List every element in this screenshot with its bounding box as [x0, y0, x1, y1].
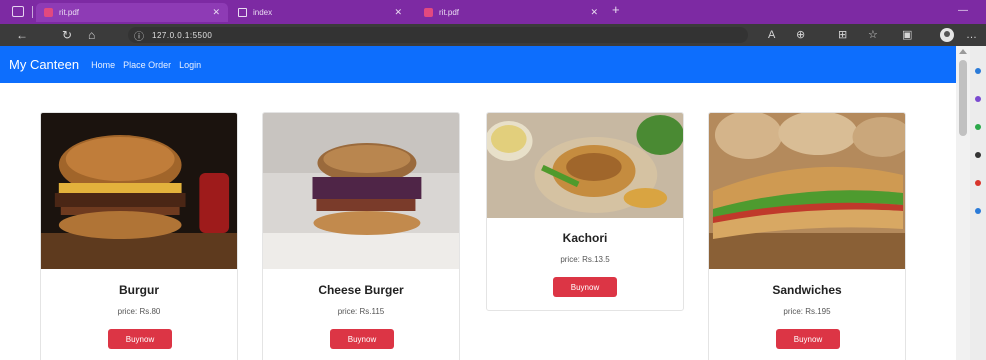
address-bar[interactable]: ⓘ 127.0.0.1:5500	[128, 27, 748, 43]
url-text: 127.0.0.1:5500	[152, 30, 213, 40]
tab-index[interactable]: index ✕	[230, 3, 410, 22]
page-icon	[238, 8, 247, 17]
tools-icon[interactable]	[975, 124, 981, 130]
navbar-brand[interactable]: My Canteen	[9, 57, 79, 72]
product-name: Kachori	[562, 231, 608, 245]
favorites-icon[interactable]: ☆	[868, 28, 878, 42]
collections-icon[interactable]: ▣	[902, 28, 912, 42]
page-scrollbar[interactable]	[956, 46, 970, 360]
refresh-icon[interactable]: ↻	[62, 28, 72, 42]
nav-link-login[interactable]: Login	[179, 60, 201, 70]
nav-link-place-order[interactable]: Place Order	[123, 60, 171, 70]
scroll-up-arrow-icon[interactable]	[959, 49, 967, 54]
home-icon[interactable]: ⌂	[88, 28, 95, 42]
profile-avatar[interactable]	[940, 28, 954, 42]
product-image-sandwiches	[709, 113, 905, 269]
tab-title: rit.pdf	[439, 8, 460, 17]
product-image-cheese-burger	[263, 113, 459, 269]
tab-separator	[32, 6, 33, 18]
product-image-burgur	[41, 113, 237, 269]
outlook-icon[interactable]	[975, 208, 981, 214]
tab-title: rit.pdf	[59, 8, 80, 17]
product-price: price: Rs.13.5	[560, 255, 610, 264]
product-price: price: Rs.195	[783, 307, 831, 316]
product-card: Kachori price: Rs.13.5 Buynow	[486, 112, 684, 311]
page-viewport: My Canteen Home Place Order Login Burgur…	[0, 46, 956, 360]
nav-link-home[interactable]: Home	[91, 60, 115, 70]
sidebar-strip	[970, 46, 986, 360]
product-name: Burgur	[119, 283, 159, 297]
office-icon[interactable]	[975, 180, 981, 186]
pdf-icon	[424, 8, 433, 17]
scroll-thumb[interactable]	[959, 60, 967, 136]
buy-now-button[interactable]: Buynow	[553, 277, 617, 297]
tab-actions-icon[interactable]	[12, 6, 24, 17]
buy-now-button[interactable]: Buynow	[330, 329, 394, 349]
buy-now-button[interactable]: Buynow	[108, 329, 172, 349]
read-aloud-icon[interactable]: A	[768, 28, 775, 42]
product-name: Sandwiches	[772, 283, 842, 297]
search-icon[interactable]	[975, 68, 981, 74]
pdf-icon	[44, 8, 53, 17]
close-icon[interactable]: ✕	[212, 7, 220, 18]
close-icon[interactable]: ✕	[394, 7, 402, 18]
tab-title: index	[253, 8, 273, 17]
extensions-icon[interactable]: ⊞	[838, 28, 847, 42]
browser-window: rit.pdf ✕ index ✕ rit.pdf ✕ + — ← ↻ ⌂ ⓘ …	[0, 0, 986, 360]
close-icon[interactable]: ✕	[590, 7, 598, 18]
tab-rit-pdf[interactable]: rit.pdf ✕	[36, 3, 228, 22]
copilot-icon[interactable]	[975, 96, 981, 102]
product-card: Cheese Burger price: Rs.115 Buynow	[262, 112, 460, 360]
games-icon[interactable]	[975, 152, 981, 158]
product-price: price: Rs.80	[117, 307, 161, 316]
back-icon[interactable]: ←	[16, 28, 28, 42]
product-price: price: Rs.115	[337, 307, 385, 316]
new-tab-icon[interactable]: +	[612, 2, 620, 17]
product-card: Sandwiches price: Rs.195 Buynow	[708, 112, 906, 360]
tab-rit-pdf-2[interactable]: rit.pdf ✕	[416, 3, 606, 22]
product-name: Cheese Burger	[318, 283, 404, 297]
minimize-icon[interactable]: —	[958, 5, 968, 16]
address-toolbar: ← ↻ ⌂ ⓘ 127.0.0.1:5500 A ⊕ ⊞ ☆ ▣ …	[0, 24, 986, 46]
site-navbar: My Canteen Home Place Order Login	[0, 46, 956, 83]
more-icon[interactable]: …	[966, 28, 977, 42]
site-info-icon[interactable]: ⓘ	[134, 28, 144, 43]
buy-now-button[interactable]: Buynow	[776, 329, 840, 349]
product-card: Burgur price: Rs.80 Buynow	[40, 112, 238, 360]
zoom-icon[interactable]: ⊕	[796, 28, 805, 42]
tab-strip: rit.pdf ✕ index ✕ rit.pdf ✕ + —	[0, 0, 986, 24]
product-image-kachori	[487, 113, 683, 218]
